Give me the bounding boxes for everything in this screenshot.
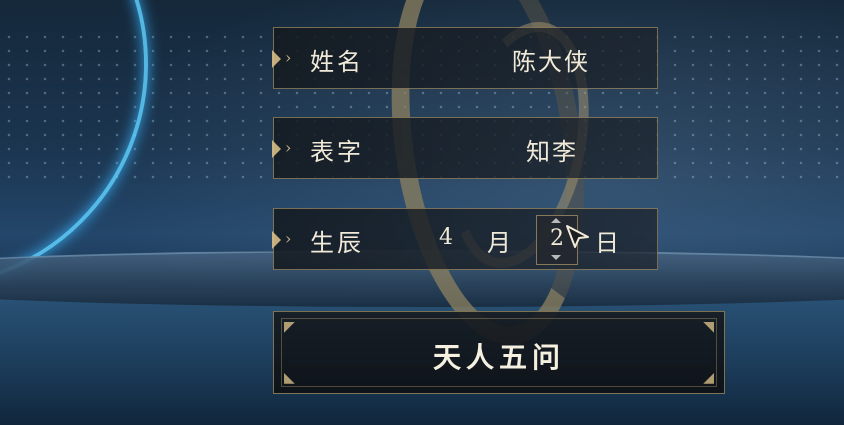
field-notch-icon <box>272 50 281 68</box>
name-value[interactable]: 陈大侠 <box>512 42 590 77</box>
cursor-icon <box>566 225 589 248</box>
name-label: 姓名 <box>310 48 364 76</box>
chevron-right-icon: › <box>285 138 292 157</box>
birth-date-label: 生辰 <box>310 229 364 257</box>
courtesy-name-field[interactable]: › 表字 知李 <box>272 117 658 179</box>
birth-day-unit: 日 <box>595 229 619 257</box>
field-notch-icon <box>272 231 281 249</box>
courtesy-name-label: 表字 <box>310 138 364 166</box>
heaven-five-questions-button[interactable]: ◤ ◥ ◣ ◢ 天人五问 <box>273 311 725 394</box>
birth-month-value[interactable]: 4 <box>439 225 453 250</box>
field-notch-icon <box>272 140 281 158</box>
corner-ornament-icon: ◥ <box>703 319 714 335</box>
increment-arrow-icon[interactable] <box>551 218 561 223</box>
decrement-arrow-icon[interactable] <box>551 255 561 260</box>
birth-month-unit: 月 <box>487 229 511 257</box>
heaven-five-questions-label: 天人五问 <box>432 341 565 374</box>
courtesy-name-value[interactable]: 知李 <box>526 132 578 167</box>
name-field[interactable]: › 姓名 陈大侠 <box>272 27 658 89</box>
birth-day-value[interactable]: 2 <box>550 226 564 251</box>
birth-date-field[interactable]: › 生辰 4 月 2 日 <box>272 208 658 270</box>
chevron-right-icon: › <box>285 48 292 67</box>
corner-ornament-icon: ◤ <box>284 319 295 335</box>
chevron-right-icon: › <box>285 229 292 248</box>
